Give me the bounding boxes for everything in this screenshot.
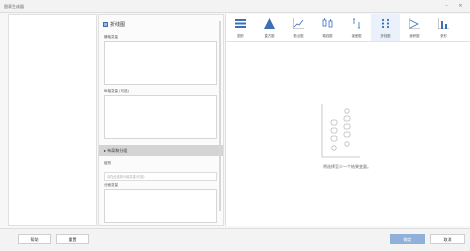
chart-type-tabs: 图形 直方图 散点图 箱线图 误差图 折线图 面积图 条形 <box>226 14 470 42</box>
tab-boxplot[interactable]: 箱线图 <box>313 14 342 41</box>
reset-button[interactable]: 重置 <box>56 234 89 244</box>
tab-graph-label: 图形 <box>237 34 244 38</box>
dotplot-icon <box>381 18 390 29</box>
preview-panel: 图形 直方图 散点图 箱线图 误差图 折线图 面积图 条形 将选择至少一个结果变… <box>225 14 470 226</box>
layout-group-section[interactable]: ▸ 布局和分组 <box>99 145 223 156</box>
tab-dotplot[interactable]: 折线图 <box>371 14 400 41</box>
boxplot-icon <box>322 18 333 28</box>
tab-graph[interactable]: 图形 <box>226 14 255 41</box>
tab-area-label: 面积图 <box>409 34 420 38</box>
window-title: 图表生成器 <box>4 4 24 9</box>
tab-boxplot-label: 箱线图 <box>322 34 333 38</box>
group-select[interactable]: 请在此选择分组变量(可选) <box>104 172 217 181</box>
variable-list[interactable] <box>8 14 97 226</box>
triangle-icon <box>264 18 275 29</box>
scatter-icon <box>293 18 304 29</box>
tab-scatter[interactable]: 散点图 <box>284 14 313 41</box>
minimize-button[interactable]: – <box>443 3 450 10</box>
tab-dotplot-label: 折线图 <box>380 34 391 38</box>
tab-scatter-label: 散点图 <box>293 34 304 38</box>
close-button[interactable]: × <box>457 3 464 10</box>
cancel-button[interactable]: 取消 <box>430 234 465 244</box>
y-variable-label: 纵轴变量 (可选) <box>104 89 129 93</box>
bar-icon <box>438 18 449 29</box>
chart-menu-icon <box>235 19 246 28</box>
dialog-footer: 帮助 重置 确定 取消 <box>0 228 470 251</box>
empty-chart-illustration <box>321 104 360 158</box>
chart-config-panel: 折线图 横轴变量 纵轴变量 (可选) ▸ 布局和分组 组别 请在此选择分组变量(… <box>98 14 224 226</box>
group-label: 组别 <box>104 161 111 165</box>
window-titlebar: 图表生成器 – × <box>0 0 470 13</box>
tab-bar[interactable]: 条形 <box>429 14 458 41</box>
line-chart-icon <box>103 22 108 27</box>
tab-area[interactable]: 面积图 <box>400 14 429 41</box>
tab-errorbar-label: 误差图 <box>351 34 362 38</box>
errorbar-icon <box>353 18 360 29</box>
area-icon <box>409 18 420 29</box>
help-button[interactable]: 帮助 <box>18 234 51 244</box>
x-variable-label: 横轴变量 <box>104 35 118 39</box>
ok-button[interactable]: 确定 <box>390 234 425 244</box>
tab-histogram-label: 直方图 <box>264 34 275 38</box>
tab-histogram[interactable]: 直方图 <box>255 14 284 41</box>
config-title: 折线图 <box>103 21 125 28</box>
config-title-label: 折线图 <box>110 22 126 28</box>
tab-bar-label: 条形 <box>440 34 447 38</box>
facet-label: 分面变量 <box>104 183 118 187</box>
x-variable-dropzone[interactable] <box>104 41 217 85</box>
y-variable-dropzone[interactable] <box>104 95 217 139</box>
tab-errorbar[interactable]: 误差图 <box>342 14 371 41</box>
empty-preview-message: 将选择至少一个结果变量。 <box>323 164 371 169</box>
facet-dropzone[interactable] <box>104 189 217 223</box>
config-scrollbar[interactable] <box>219 21 221 211</box>
